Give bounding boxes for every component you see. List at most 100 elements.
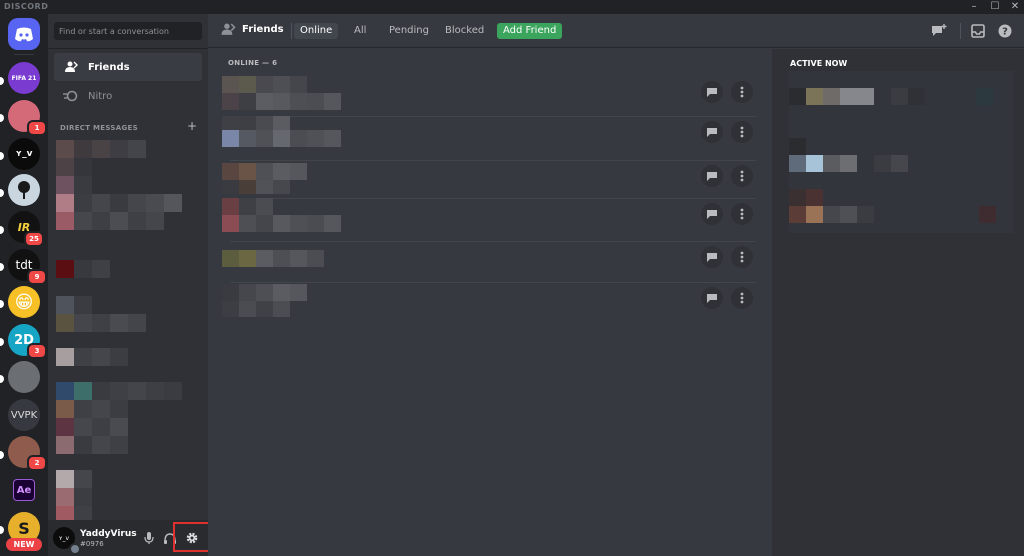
dm-item[interactable] bbox=[56, 488, 200, 506]
toolbar-divider bbox=[291, 23, 292, 39]
inbox-icon[interactable] bbox=[969, 22, 987, 40]
user-tag: #0976 bbox=[80, 540, 104, 548]
friend-row[interactable] bbox=[222, 198, 756, 234]
more-vertical-icon bbox=[740, 251, 744, 263]
microphone-icon[interactable] bbox=[141, 530, 157, 546]
more-vertical-icon bbox=[740, 126, 744, 138]
friends-main: Friends Online All Pending Blocked Add F… bbox=[208, 14, 1024, 556]
friend-row[interactable] bbox=[222, 160, 756, 196]
dm-avatar bbox=[56, 140, 74, 158]
message-button[interactable] bbox=[701, 246, 723, 268]
sidebar-item-friends[interactable]: Friends bbox=[54, 53, 202, 81]
server-emoji[interactable]: 😁 bbox=[8, 286, 40, 318]
search-input[interactable] bbox=[54, 22, 202, 40]
add-friend-button[interactable]: Add Friend bbox=[497, 23, 563, 39]
dm-item[interactable] bbox=[56, 140, 200, 158]
server-fifa21[interactable]: FIFA 21 bbox=[8, 62, 40, 94]
server-vvpk[interactable]: VVPK bbox=[8, 399, 40, 431]
more-options-button[interactable] bbox=[731, 287, 753, 309]
dm-item[interactable] bbox=[56, 194, 200, 212]
dm-item[interactable] bbox=[56, 400, 200, 418]
more-options-button[interactable] bbox=[731, 121, 753, 143]
username: YaddyVirus bbox=[80, 529, 137, 539]
mention-badge: 3 bbox=[27, 343, 47, 359]
dm-item[interactable] bbox=[56, 436, 200, 454]
message-button[interactable] bbox=[701, 287, 723, 309]
unread-pill bbox=[0, 263, 4, 271]
more-options-button[interactable] bbox=[731, 246, 753, 268]
discord-window: DISCORD – ☐ ✕ FIFA 21 1 ʏ_ᴠ IR 25 tdt 9 … bbox=[0, 0, 1024, 556]
unread-pill bbox=[0, 451, 4, 459]
server-tree[interactable] bbox=[8, 174, 40, 206]
chat-bubble-icon bbox=[707, 209, 717, 219]
new-badge: NEW bbox=[6, 538, 42, 551]
activity-card[interactable] bbox=[789, 179, 1013, 233]
minimize-icon[interactable]: – bbox=[966, 0, 982, 14]
chat-bubble-icon bbox=[707, 127, 717, 137]
svg-text:?: ? bbox=[1002, 27, 1008, 38]
create-dm-button[interactable]: + bbox=[186, 119, 198, 133]
more-vertical-icon bbox=[740, 170, 744, 182]
chat-bubble-icon bbox=[707, 171, 717, 181]
tab-all[interactable]: All bbox=[348, 23, 372, 39]
active-now-header: ACTIVE NOW bbox=[790, 59, 848, 68]
tab-pending[interactable]: Pending bbox=[383, 23, 435, 39]
tab-blocked[interactable]: Blocked bbox=[439, 23, 490, 39]
dm-item[interactable] bbox=[56, 348, 200, 366]
tab-online[interactable]: Online bbox=[294, 23, 339, 39]
chat-bubble-icon bbox=[707, 252, 717, 262]
unread-pill bbox=[0, 114, 4, 122]
more-options-button[interactable] bbox=[731, 165, 753, 187]
more-options-button[interactable] bbox=[731, 203, 753, 225]
row-divider bbox=[230, 282, 756, 283]
discord-logo-icon bbox=[15, 27, 33, 41]
message-button[interactable] bbox=[701, 165, 723, 187]
maximize-icon[interactable]: ☐ bbox=[987, 0, 1003, 14]
message-button[interactable] bbox=[701, 121, 723, 143]
dm-item[interactable] bbox=[56, 418, 200, 436]
help-icon[interactable]: ? bbox=[996, 22, 1014, 40]
title-bar: DISCORD – ☐ ✕ bbox=[0, 0, 1024, 14]
server-yv[interactable]: ʏ_ᴠ bbox=[8, 138, 40, 170]
more-options-button[interactable] bbox=[731, 81, 753, 103]
mention-badge: 1 bbox=[27, 120, 47, 136]
friends-icon bbox=[221, 23, 236, 35]
direct-messages-header: DIRECT MESSAGES bbox=[60, 124, 138, 132]
dm-item[interactable] bbox=[56, 314, 200, 332]
dm-item[interactable] bbox=[56, 296, 200, 314]
active-now-panel: ACTIVE NOW bbox=[773, 49, 1024, 556]
rail-separator bbox=[14, 54, 34, 55]
chat-bubble-icon bbox=[707, 293, 717, 303]
friend-row[interactable] bbox=[222, 282, 756, 318]
activity-card[interactable] bbox=[789, 125, 1013, 179]
unread-pill bbox=[0, 338, 4, 346]
server-rail: FIFA 21 1 ʏ_ᴠ IR 25 tdt 9 😁 2D 3 VVPK 2 … bbox=[0, 14, 48, 556]
home-button[interactable] bbox=[8, 18, 40, 50]
unread-pill bbox=[0, 226, 4, 234]
unread-pill bbox=[0, 152, 4, 160]
chat-bubble-icon bbox=[707, 87, 717, 97]
row-divider bbox=[230, 241, 756, 242]
friend-row[interactable] bbox=[222, 241, 756, 277]
sidebar-item-nitro[interactable]: Nitro bbox=[54, 82, 202, 110]
dm-item[interactable] bbox=[56, 382, 200, 400]
new-group-dm-icon[interactable] bbox=[930, 22, 948, 40]
friends-list-header: ONLINE — 6 bbox=[228, 59, 278, 67]
friend-row[interactable] bbox=[222, 116, 756, 152]
server-car[interactable] bbox=[8, 361, 40, 393]
server-ae[interactable]: Ae bbox=[13, 479, 35, 501]
dm-item[interactable] bbox=[56, 176, 200, 194]
close-icon[interactable]: ✕ bbox=[1007, 0, 1023, 14]
toolbar-divider bbox=[960, 23, 961, 39]
dm-item[interactable] bbox=[56, 260, 200, 278]
unread-pill bbox=[0, 189, 4, 197]
friend-row[interactable] bbox=[222, 76, 756, 112]
message-button[interactable] bbox=[701, 81, 723, 103]
message-button[interactable] bbox=[701, 203, 723, 225]
dm-item[interactable] bbox=[56, 470, 200, 488]
dm-item[interactable] bbox=[56, 158, 200, 176]
dm-item[interactable] bbox=[56, 212, 200, 230]
mention-badge: 25 bbox=[24, 231, 44, 247]
more-vertical-icon bbox=[740, 86, 744, 98]
activity-card[interactable] bbox=[789, 71, 1013, 125]
